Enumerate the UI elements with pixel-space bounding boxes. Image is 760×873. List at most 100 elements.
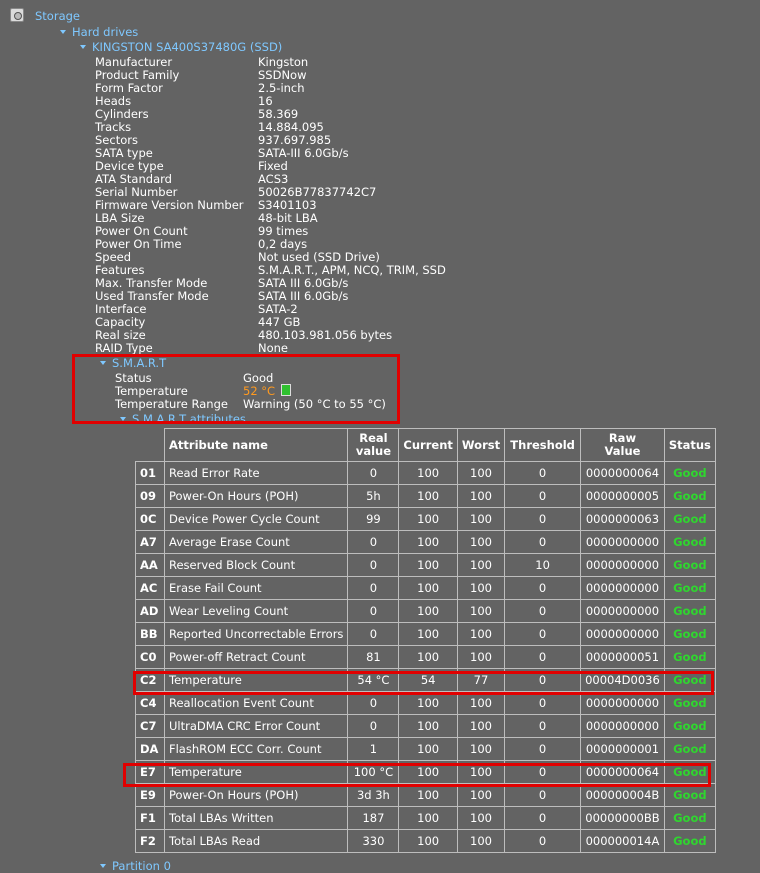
real-value: 187 xyxy=(347,806,400,830)
table-row[interactable]: E9 Power-On Hours (POH) 3d 3h 100 100 0 000000… xyxy=(135,783,716,807)
worst-value: 100 xyxy=(456,484,506,508)
real-value: 0 xyxy=(347,599,400,623)
attribute-name: Power-On Hours (POH) xyxy=(163,484,349,508)
status-value: Good xyxy=(663,760,716,784)
attribute-name: Total LBAs Read xyxy=(163,829,349,853)
current-value: 100 xyxy=(398,760,458,784)
current-value: 54 xyxy=(398,668,458,692)
attribute-name: Reallocation Event Count xyxy=(163,691,349,715)
property-value: ACS3 xyxy=(258,172,289,186)
expand-arrow-icon[interactable] xyxy=(120,416,126,421)
property-label: Device type xyxy=(95,159,164,173)
current-value: 100 xyxy=(398,737,458,761)
worst-value: 77 xyxy=(456,668,506,692)
raw-value: 00000000BB xyxy=(580,806,665,830)
column-header-real-value[interactable]: Real value xyxy=(347,428,400,462)
raw-value: 0000000000 xyxy=(580,530,665,554)
table-row[interactable]: E7 Temperature 100 °C 100 100 0 0000000064 Good xyxy=(135,760,716,784)
table-row[interactable]: AC Erase Fail Count 0 100 100 0 0000000000 Good xyxy=(135,576,716,600)
real-value: 3d 3h xyxy=(347,783,400,807)
property-label: Max. Transfer Mode xyxy=(95,276,208,290)
property-value: 48-bit LBA xyxy=(258,211,318,225)
property-value: 447 GB xyxy=(258,315,301,329)
property-label: Product Family xyxy=(95,68,180,82)
table-row[interactable]: 01 Read Error Rate 0 100 100 0 0000000064 Good xyxy=(135,461,716,485)
property-value: Fixed xyxy=(258,159,288,173)
raw-value: 000000014A xyxy=(580,829,665,853)
column-header-attribute-name[interactable]: Attribute name xyxy=(163,428,349,462)
property-label: Capacity xyxy=(95,315,146,329)
status-value: Good xyxy=(663,461,716,485)
table-row[interactable]: 0C Device Power Cycle Count 99 100 100 0 00000… xyxy=(135,507,716,531)
table-row[interactable]: AD Wear Leveling Count 0 100 100 0 0000000000 G… xyxy=(135,599,716,623)
status-value: Good xyxy=(663,599,716,623)
property-value: 480.103.981.056 bytes xyxy=(258,328,393,342)
attribute-name: Power-off Retract Count xyxy=(163,645,349,669)
column-header-status[interactable]: Status xyxy=(663,428,716,462)
property-label: Manufacturer xyxy=(95,55,173,69)
attribute-id: E9 xyxy=(135,783,165,807)
table-row[interactable]: C4 Reallocation Event Count 0 100 100 0 000000… xyxy=(135,691,716,715)
tree-node-smart[interactable]: S.M.A.R.T xyxy=(100,356,166,370)
tree-node-drive[interactable]: KINGSTON SA400S37480G (SSD) xyxy=(80,40,282,54)
table-header-row: Attribute name Real value Current Worst T… xyxy=(136,428,716,462)
current-value: 100 xyxy=(398,507,458,531)
table-row[interactable]: C7 UltraDMA CRC Error Count 0 100 100 0 000000… xyxy=(135,714,716,738)
attribute-name: Power-On Hours (POH) xyxy=(163,783,349,807)
tree-node-smart-attributes[interactable]: S.M.A.R.T attributes xyxy=(120,412,246,423)
expand-arrow-icon[interactable] xyxy=(80,44,86,49)
threshold-value: 0 xyxy=(504,507,582,531)
raw-value: 0000000063 xyxy=(580,507,665,531)
smart-temperature-value: 52 °C xyxy=(243,384,276,398)
threshold-value: 0 xyxy=(504,484,582,508)
raw-value: 0000000000 xyxy=(580,691,665,715)
table-row[interactable]: DA FlashROM ECC Corr. Count 1 100 100 0 000000… xyxy=(135,737,716,761)
current-value: 100 xyxy=(398,645,458,669)
tree-node-partition[interactable]: Partition 0 xyxy=(100,859,171,873)
status-value: Good xyxy=(663,806,716,830)
attribute-id: C2 xyxy=(135,668,165,692)
attribute-name: Device Power Cycle Count xyxy=(163,507,349,531)
table-row[interactable]: F2 Total LBAs Read 330 100 100 0 000000014A Goo… xyxy=(135,829,716,853)
current-value: 100 xyxy=(398,806,458,830)
tree-node-hard-drives[interactable]: Hard drives xyxy=(60,25,138,39)
property-value: Not used (SSD Drive) xyxy=(258,250,380,264)
worst-value: 100 xyxy=(456,829,506,853)
property-label: Real size xyxy=(95,328,146,342)
table-row[interactable]: AA Reserved Block Count 0 100 100 10 000000000… xyxy=(135,553,716,577)
raw-value: 0000000000 xyxy=(580,553,665,577)
threshold-value: 0 xyxy=(504,530,582,554)
attribute-name: UltraDMA CRC Error Count xyxy=(163,714,349,738)
worst-value: 100 xyxy=(456,737,506,761)
threshold-value: 0 xyxy=(504,461,582,485)
status-value: Good xyxy=(663,691,716,715)
column-header-worst[interactable]: Worst xyxy=(456,428,506,462)
status-value: Good xyxy=(663,507,716,531)
worst-value: 100 xyxy=(456,806,506,830)
expand-arrow-icon[interactable] xyxy=(100,863,106,868)
expand-arrow-icon[interactable] xyxy=(100,360,106,365)
column-header-threshold[interactable]: Threshold xyxy=(504,428,582,462)
real-value: 0 xyxy=(347,553,400,577)
table-row[interactable]: F1 Total LBAs Written 187 100 100 0 00000000BB… xyxy=(135,806,716,830)
smart-temperature-range-label: Temperature Range xyxy=(115,397,228,411)
table-row[interactable]: BB Reported Uncorrectable Errors 0 100 100 0 0… xyxy=(135,622,716,646)
expand-arrow-icon[interactable] xyxy=(60,29,66,34)
table-row[interactable]: C2 Temperature 54 °C 54 77 0 00004D0036 Good xyxy=(135,668,716,692)
attribute-id: C4 xyxy=(135,691,165,715)
threshold-value: 0 xyxy=(504,760,582,784)
threshold-value: 0 xyxy=(504,622,582,646)
table-row[interactable]: C0 Power-off Retract Count 81 100 100 0 000000… xyxy=(135,645,716,669)
table-row[interactable]: 09 Power-On Hours (POH) 5h 100 100 0 000000000… xyxy=(135,484,716,508)
threshold-value: 10 xyxy=(504,553,582,577)
attribute-id: C0 xyxy=(135,645,165,669)
tree-node-storage[interactable]: Storage xyxy=(35,9,80,23)
threshold-value: 0 xyxy=(504,668,582,692)
tree-node-label: Partition 0 xyxy=(112,859,171,873)
property-value: SATA III 6.0Gb/s xyxy=(258,276,349,290)
threshold-value: 0 xyxy=(504,576,582,600)
column-header-current[interactable]: Current xyxy=(398,428,458,462)
column-header-raw-value[interactable]: Raw Value xyxy=(580,428,665,462)
table-row[interactable]: A7 Average Erase Count 0 100 100 0 0000000000 G… xyxy=(135,530,716,554)
property-value: SATA III 6.0Gb/s xyxy=(258,289,349,303)
